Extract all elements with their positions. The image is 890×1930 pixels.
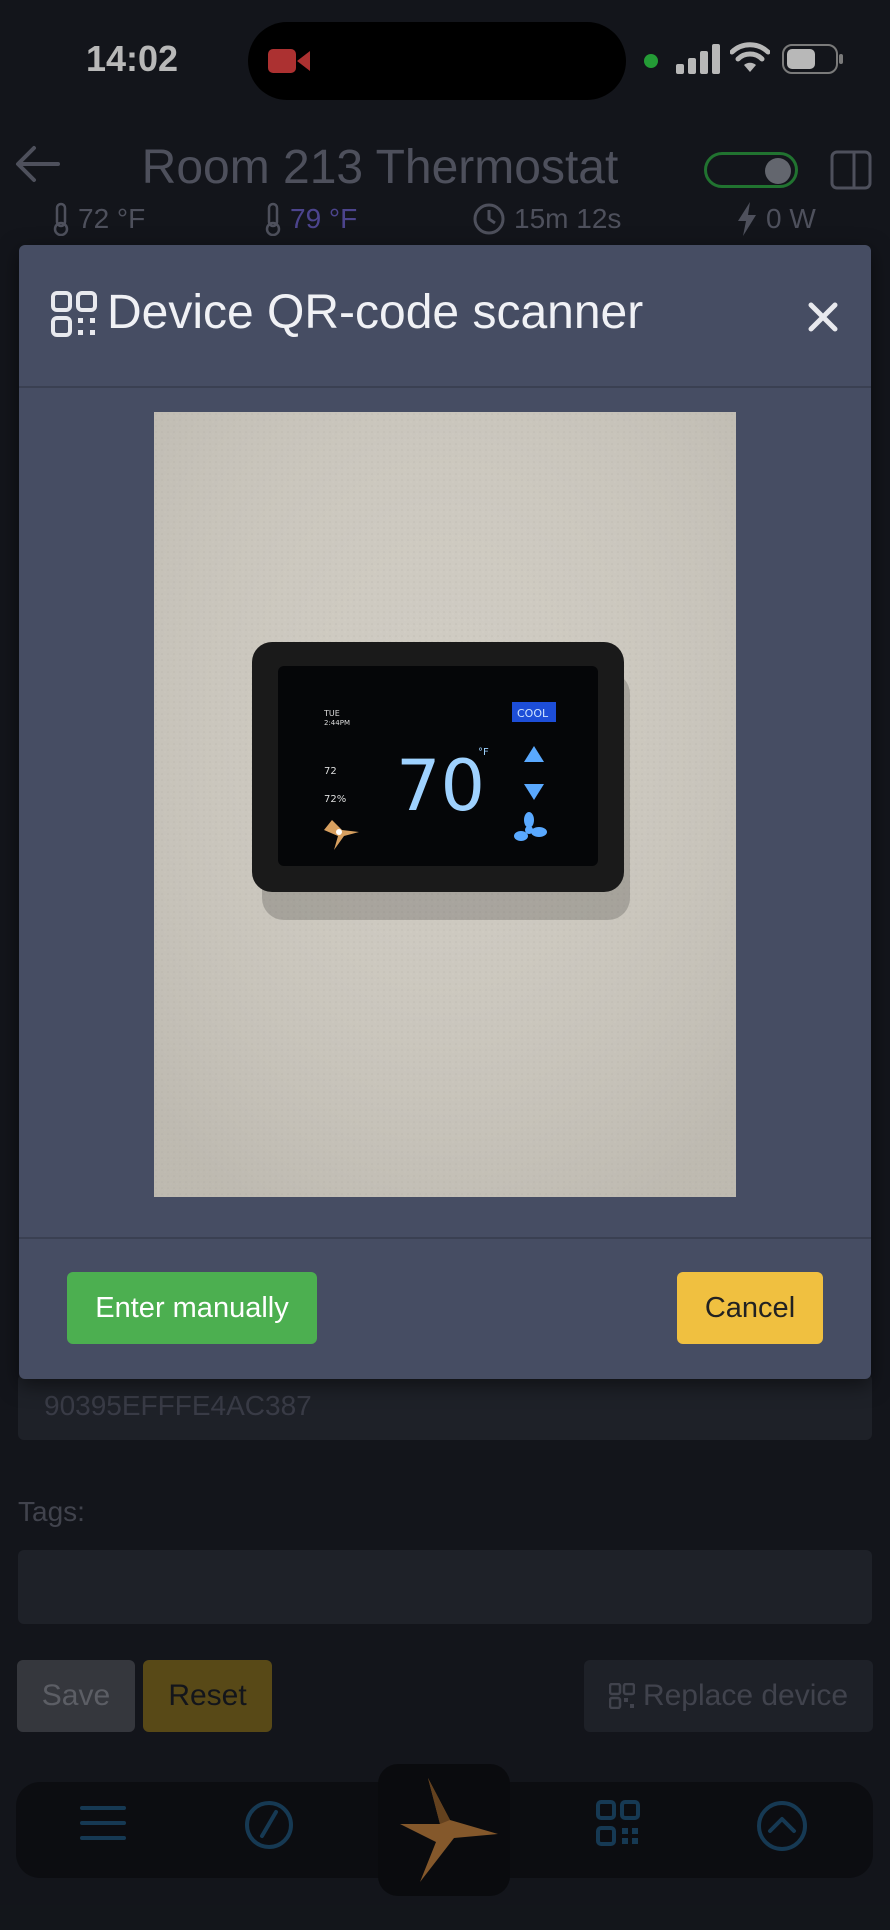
qr-code-icon xyxy=(51,291,97,337)
thermostat-unit: °F xyxy=(478,747,489,758)
modal-header: Device QR-code scanner xyxy=(19,245,871,388)
modal-title: Device QR-code scanner xyxy=(107,286,644,339)
cancel-button[interactable]: Cancel xyxy=(677,1272,823,1344)
close-icon[interactable] xyxy=(803,297,843,337)
cool-mode-label: COOL xyxy=(517,707,549,720)
camera-preview: TUE 2:44PM 72 72% 70 °F COOL xyxy=(154,412,736,1197)
thermostat-time: 2:44PM xyxy=(324,719,350,727)
thermostat-day: TUE xyxy=(323,709,340,718)
thermostat-room-temp: 72 xyxy=(324,766,337,777)
thermostat-setpoint: 70 xyxy=(396,745,485,827)
enter-manually-button[interactable]: Enter manually xyxy=(67,1272,317,1344)
qr-scanner-modal: Device QR-code scanner TUE 2:44PM 72 72%… xyxy=(19,245,871,1379)
thermostat-humidity: 72% xyxy=(324,794,346,805)
